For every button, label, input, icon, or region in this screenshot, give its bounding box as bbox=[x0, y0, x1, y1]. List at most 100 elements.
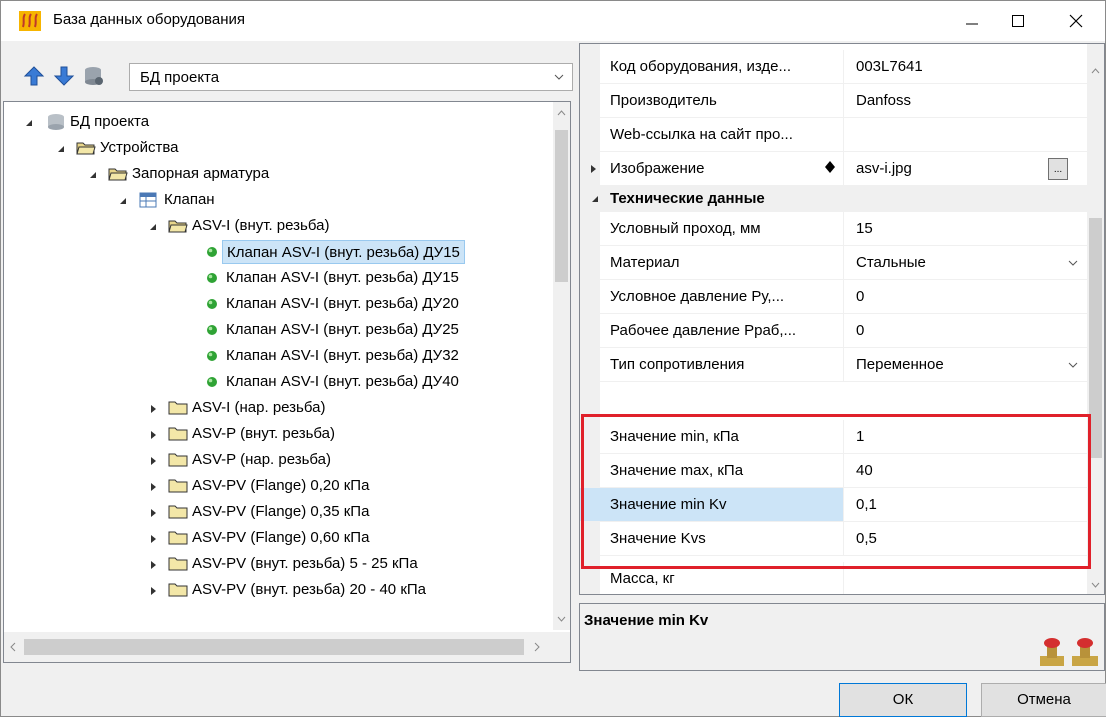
property-name: Масса, кг bbox=[580, 562, 844, 594]
database-select-value: БД проекта bbox=[140, 69, 220, 86]
expanded-arrow-icon[interactable] bbox=[88, 170, 98, 180]
chevron-down-icon bbox=[1068, 260, 1078, 266]
property-value[interactable]: 15 bbox=[844, 212, 1090, 245]
tree-item-label: Клапан ASV-I (внут. резьба) ДУ15 bbox=[226, 269, 459, 286]
app-icon bbox=[19, 11, 41, 31]
property-row[interactable]: Производитель Danfoss bbox=[580, 84, 1090, 118]
property-value[interactable] bbox=[844, 118, 1090, 151]
property-value[interactable]: Danfoss bbox=[844, 84, 1090, 117]
minimize-icon bbox=[966, 23, 978, 25]
collapsed-arrow-icon[interactable] bbox=[148, 430, 158, 440]
collapsed-arrow-icon[interactable] bbox=[148, 534, 158, 544]
close-button[interactable] bbox=[1053, 1, 1099, 41]
property-row[interactable]: Значение Kvs 0,5 bbox=[580, 522, 1090, 556]
collapsed-arrow-icon[interactable] bbox=[148, 404, 158, 414]
property-value[interactable]: 1 bbox=[844, 420, 1090, 453]
property-value[interactable]: 003L7641 bbox=[844, 50, 1090, 83]
folder-icon bbox=[168, 427, 188, 441]
property-name: Значение min, кПа bbox=[580, 420, 844, 453]
property-name: Производитель bbox=[580, 84, 844, 117]
tree-vertical-scrollbar[interactable] bbox=[553, 102, 570, 630]
collapsed-arrow-icon[interactable] bbox=[148, 508, 158, 518]
property-value[interactable]: 0 bbox=[844, 280, 1090, 313]
move-up-icon[interactable] bbox=[23, 65, 45, 87]
property-row[interactable]: Условный проход, мм 15 bbox=[580, 212, 1090, 246]
property-row[interactable]: Значение max, кПа 40 bbox=[580, 454, 1090, 488]
tree-horizontal-scrollbar[interactable] bbox=[4, 632, 570, 662]
scroll-left-icon[interactable] bbox=[10, 642, 16, 652]
tree-item-label: ASV-P (внут. резьба) bbox=[192, 425, 336, 442]
property-row[interactable]: Web-ссылка на сайт про... bbox=[580, 118, 1090, 152]
property-name: Значение Kvs bbox=[580, 522, 844, 555]
database-settings-icon[interactable] bbox=[83, 65, 105, 87]
property-row[interactable]: Изображение asv-i.jpg ... bbox=[580, 152, 1090, 186]
ok-button[interactable]: ОК bbox=[839, 683, 967, 717]
property-row[interactable]: Рабочее давление Рраб,... 0 bbox=[580, 314, 1090, 348]
folder-open-icon bbox=[168, 220, 188, 233]
equipment-database-window: База данных оборудования БД проекта БД п… bbox=[0, 0, 1106, 717]
collapsed-arrow-icon[interactable] bbox=[148, 456, 158, 466]
property-name: Значение max, кПа bbox=[580, 454, 844, 487]
green-dot-icon bbox=[207, 377, 217, 387]
property-row[interactable]: Значение min Kv 0,1 bbox=[580, 488, 1090, 522]
property-value[interactable]: 40 bbox=[844, 454, 1090, 487]
expanded-arrow-icon[interactable] bbox=[118, 196, 128, 206]
browse-image-button[interactable]: ... bbox=[1048, 158, 1068, 180]
property-row[interactable]: Масса, кг bbox=[580, 562, 1090, 594]
property-row[interactable]: Материал Стальные bbox=[580, 246, 1090, 280]
database-select[interactable]: БД проекта bbox=[129, 63, 573, 91]
tree-item-label: Клапан bbox=[164, 191, 215, 208]
description-panel: Значение min Kv bbox=[579, 603, 1105, 671]
property-row[interactable]: Тип сопротивления Переменное bbox=[580, 348, 1090, 382]
valve-image-icon bbox=[1040, 638, 1098, 666]
move-down-icon[interactable] bbox=[53, 65, 75, 87]
folder-icon bbox=[168, 557, 188, 571]
folder-icon bbox=[168, 453, 188, 467]
expanded-arrow-icon[interactable] bbox=[148, 222, 158, 232]
expanded-arrow-icon[interactable] bbox=[56, 144, 66, 154]
tree-item-label: ASV-I (внут. резьба) bbox=[192, 217, 330, 234]
tree-horizontal-scroll-thumb[interactable] bbox=[24, 639, 524, 655]
tree-toolbar: БД проекта bbox=[17, 61, 577, 93]
property-value[interactable]: 0,1 bbox=[844, 488, 1090, 521]
property-grid-scrollbar[interactable] bbox=[1087, 44, 1104, 594]
collapsed-arrow-icon[interactable] bbox=[148, 482, 158, 492]
green-dot-icon bbox=[207, 299, 217, 309]
property-name: Рабочее давление Рраб,... bbox=[580, 314, 844, 347]
tree-item-label: БД проекта bbox=[70, 113, 150, 130]
equipment-tree: БД проекта Устройства Запорная арматура … bbox=[3, 101, 571, 663]
expanded-arrow-icon[interactable] bbox=[24, 118, 34, 128]
property-row[interactable]: Значение min, кПа 1 bbox=[580, 420, 1090, 454]
folder-open-icon bbox=[76, 142, 96, 155]
property-value[interactable]: 0 bbox=[844, 314, 1090, 347]
property-name: Тип сопротивления bbox=[580, 348, 844, 381]
collapsed-arrow-icon[interactable] bbox=[148, 560, 158, 570]
maximize-button[interactable] bbox=[995, 1, 1041, 41]
description-title: Значение min Kv bbox=[584, 612, 709, 629]
folder-icon bbox=[168, 531, 188, 545]
tree-vertical-scroll-thumb[interactable] bbox=[555, 130, 568, 282]
resistance-type-select[interactable]: Переменное bbox=[844, 348, 1090, 381]
tree-item-label: ASV-PV (Flange) 0,60 кПа bbox=[192, 529, 370, 546]
folder-icon bbox=[168, 479, 188, 493]
cancel-button[interactable]: Отмена bbox=[981, 683, 1106, 717]
minimize-button[interactable] bbox=[949, 1, 995, 41]
chevron-down-icon bbox=[1068, 362, 1078, 368]
property-row[interactable]: Код оборудования, изде... 003L7641 bbox=[580, 50, 1090, 84]
property-value[interactable]: 0,5 bbox=[844, 522, 1090, 555]
folder-icon bbox=[168, 505, 188, 519]
property-value[interactable] bbox=[844, 562, 1090, 594]
scroll-down-icon[interactable] bbox=[1091, 582, 1100, 588]
category-row[interactable]: Технические данные bbox=[580, 186, 1090, 212]
property-grid-scroll-thumb[interactable] bbox=[1089, 218, 1102, 458]
window-title: База данных оборудования bbox=[53, 11, 245, 28]
material-select[interactable]: Стальные bbox=[844, 246, 1090, 279]
property-row[interactable]: Условное давление Ру,... 0 bbox=[580, 280, 1090, 314]
scroll-right-icon[interactable] bbox=[534, 642, 540, 652]
collapsed-arrow-icon[interactable] bbox=[148, 586, 158, 596]
tree-item-label: ASV-PV (Flange) 0,20 кПа bbox=[192, 477, 370, 494]
scroll-up-icon[interactable] bbox=[1091, 68, 1100, 74]
maximize-icon bbox=[1012, 15, 1024, 27]
scroll-down-icon[interactable] bbox=[557, 616, 566, 622]
scroll-up-icon[interactable] bbox=[557, 110, 566, 116]
